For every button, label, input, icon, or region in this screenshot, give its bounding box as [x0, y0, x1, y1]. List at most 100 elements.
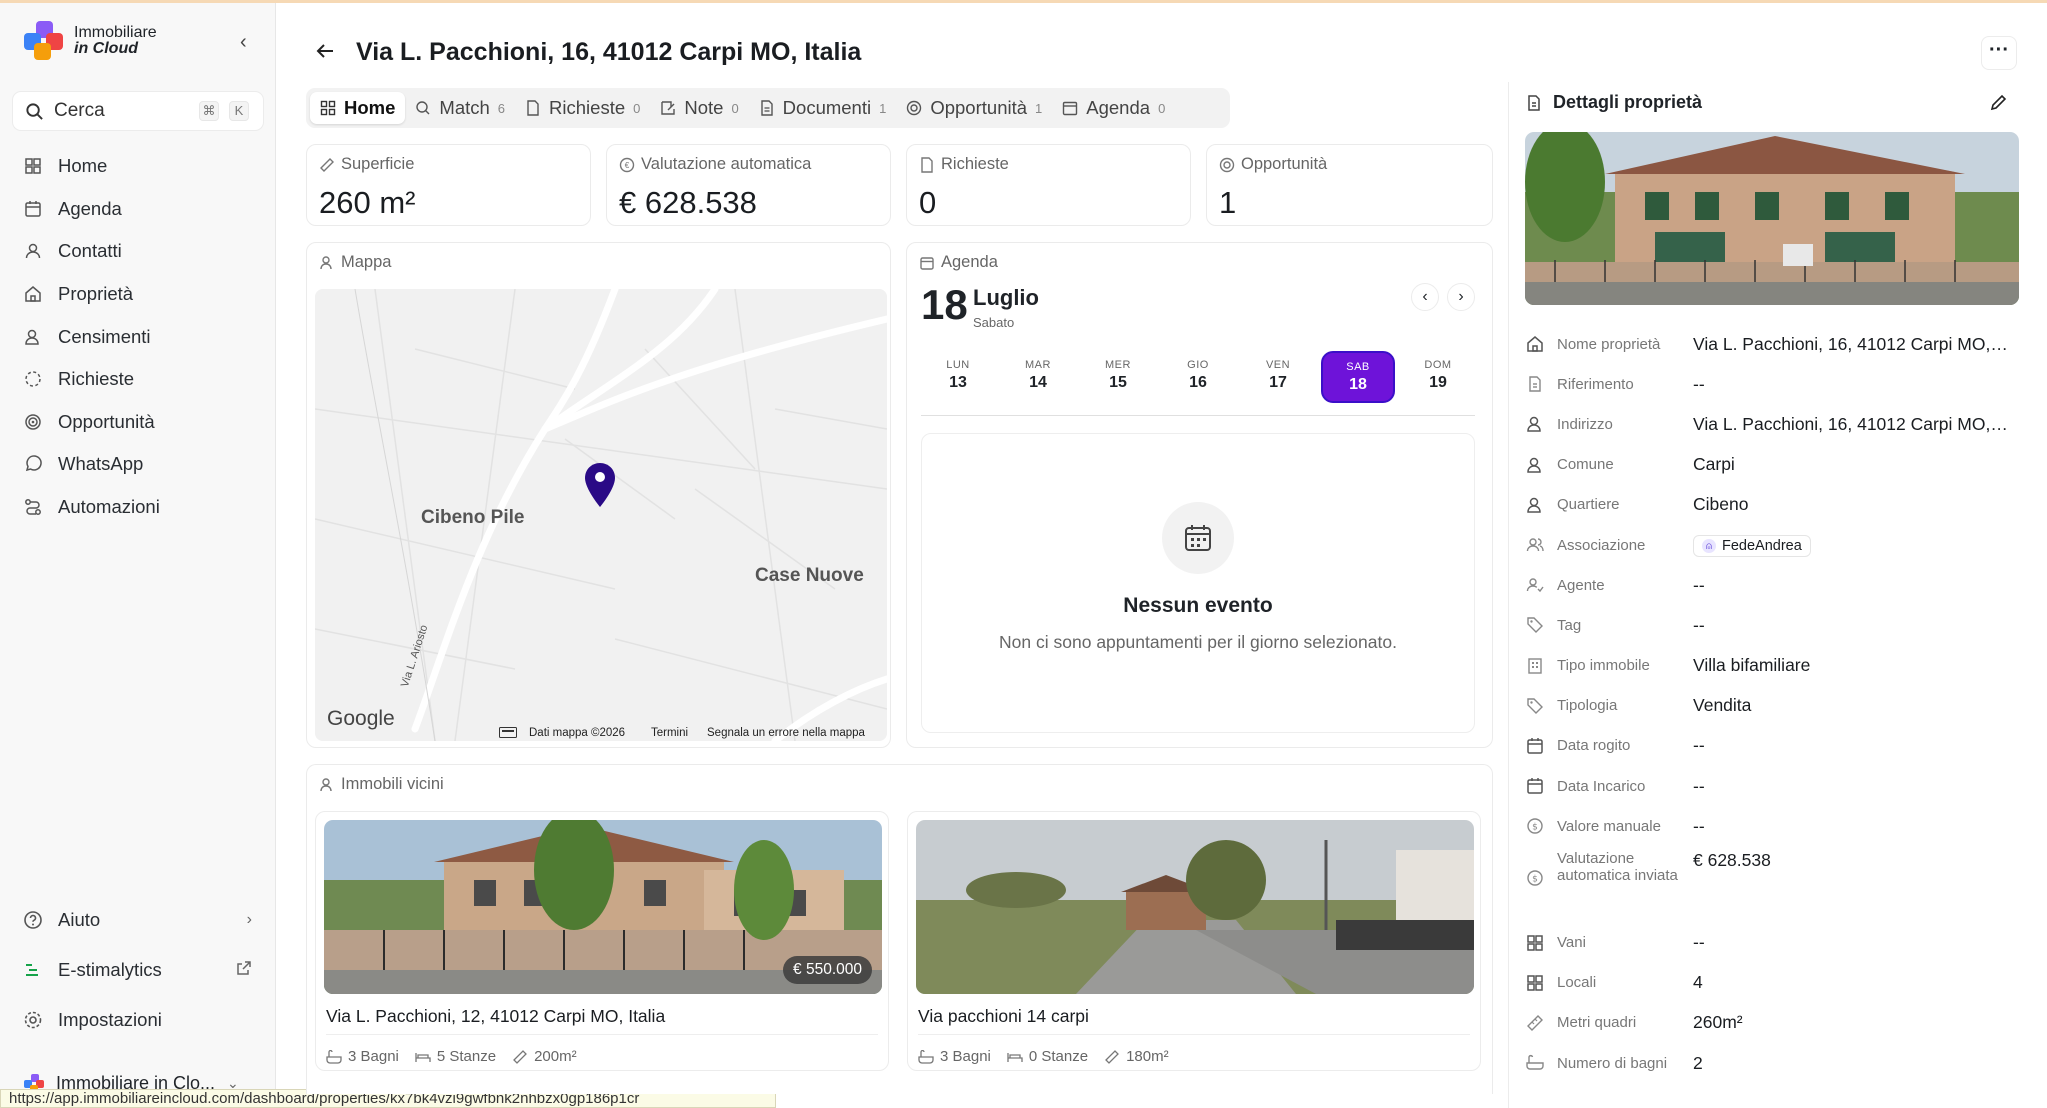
- sidebar-item-agenda[interactable]: Agenda: [12, 188, 264, 231]
- agenda-next-button[interactable]: ›: [1447, 283, 1475, 311]
- detail-label: Indirizzo: [1557, 415, 1613, 433]
- sidebar-item-contatti[interactable]: Contatti: [12, 230, 264, 273]
- day-number: 13: [949, 374, 967, 391]
- agenda-prev-button[interactable]: ‹: [1411, 283, 1439, 311]
- tab-icon: [415, 100, 431, 116]
- sidebar-item-censimenti[interactable]: Censimenti: [12, 315, 264, 358]
- sidebar-item-impostazioni[interactable]: Impostazioni: [12, 995, 264, 1045]
- day-number: 15: [1109, 374, 1127, 391]
- property-photo[interactable]: [1525, 132, 2019, 305]
- tab-match[interactable]: Match 6: [405, 92, 515, 124]
- back-arrow-icon[interactable]: [314, 40, 336, 69]
- detail-value: Vendita: [1693, 695, 1752, 716]
- detail-value: --: [1693, 735, 1705, 756]
- detail-label: Tipo immobile: [1557, 657, 1650, 675]
- dollar-circle-icon: $: [1525, 816, 1545, 836]
- detail-row-agente: Agente --: [1525, 565, 2019, 605]
- tab-opportunita[interactable]: Opportunità 1: [896, 92, 1052, 124]
- agent-chip[interactable]: ⍝ FedeAndrea: [1693, 535, 1811, 558]
- detail-row-associazione: Associazione ⍝ FedeAndrea: [1525, 525, 2019, 565]
- property-tabs: Home Match 6 Richieste 0 Note 0 Documenti 1 Oppor…: [306, 88, 1230, 128]
- map-report-link[interactable]: Segnala un errore nella mappa: [707, 727, 865, 739]
- sidebar-item-whatsapp[interactable]: WhatsApp: [12, 443, 264, 486]
- sidebar-nav: Home Agenda Contatti Proprietà Censimenti Ric…: [12, 145, 264, 528]
- divider: [326, 1034, 878, 1035]
- tab-icon: [1062, 100, 1078, 116]
- detail-value: ⍝ FedeAndrea: [1693, 533, 2011, 558]
- tab-agenda[interactable]: Agenda 0: [1052, 92, 1175, 124]
- agenda-day-lun[interactable]: LUN 13: [921, 351, 995, 403]
- detail-value: --: [1693, 775, 1705, 796]
- edit-pencil-icon[interactable]: [1989, 92, 2009, 118]
- tab-label: Agenda: [1086, 97, 1151, 118]
- detail-value: Cibeno: [1693, 494, 1749, 515]
- sidebar-item-automazioni[interactable]: Automazioni: [12, 486, 264, 529]
- sidebar-item-home[interactable]: Home: [12, 145, 264, 188]
- detail-label: Numero di bagni: [1557, 1054, 1668, 1072]
- sidebar: Immobiliare in Cloud ‹ Cerca ⌘ K Home Age…: [0, 3, 276, 1108]
- tab-count: 0: [1158, 100, 1166, 116]
- svg-text:$: $: [1532, 875, 1538, 885]
- agenda-day-mer[interactable]: MER 15: [1081, 351, 1155, 403]
- detail-row-tag: Tag --: [1525, 605, 2019, 645]
- user-search-icon: [1525, 414, 1545, 434]
- sidebar-item-label: Contatti: [58, 240, 122, 262]
- day-number: 19: [1429, 374, 1447, 391]
- day-name: MER: [1105, 359, 1131, 371]
- svg-text:€: €: [625, 161, 630, 170]
- gear-icon: [22, 1009, 44, 1031]
- tab-home[interactable]: Home: [310, 92, 406, 124]
- app-logo[interactable]: Immobiliare in Cloud: [24, 21, 157, 61]
- empty-state-subtitle: Non ci sono appuntamenti per il giorno s…: [999, 632, 1397, 652]
- sidebar-item-richieste[interactable]: Richieste: [12, 358, 264, 401]
- detail-value: € 628.538: [1693, 850, 1771, 871]
- sidebar-item-proprieta[interactable]: Proprietà: [12, 273, 264, 316]
- collapse-sidebar-icon[interactable]: ‹: [240, 31, 247, 54]
- logo-line1: Immobiliare: [74, 24, 157, 41]
- map-pin-icon[interactable]: [585, 463, 615, 512]
- agenda-day-mar[interactable]: MAR 14: [1001, 351, 1075, 403]
- grid-icon: [1525, 973, 1545, 993]
- agenda-card: Agenda 18 Luglio Sabato ‹ › LUN 13 MAR 14 ME…: [906, 242, 1493, 748]
- nearby-property-card[interactable]: € 550.000 Via L. Pacchioni, 12, 41012 Ca…: [315, 811, 889, 1071]
- tab-documenti[interactable]: Documenti 1: [749, 92, 897, 124]
- day-name: LUN: [946, 359, 970, 371]
- detail-row-metri-quadri: Metri quadri 260m²: [1525, 1003, 2019, 1043]
- cmd-key-hint: ⌘: [199, 101, 219, 121]
- stat-label: Richieste: [941, 155, 1009, 173]
- tab-richieste[interactable]: Richieste 0: [515, 92, 650, 124]
- detail-row-valutazione-automatica-inviata: $ Valutazione automatica inviata € 628.538: [1525, 846, 2019, 922]
- feature-stanze: 0 Stanze: [1028, 1048, 1089, 1065]
- day-number: 16: [1189, 374, 1207, 391]
- sidebar-item-aiuto[interactable]: Aiuto ›: [12, 895, 264, 945]
- search-input[interactable]: Cerca ⌘ K: [12, 91, 264, 131]
- agenda-day-ven[interactable]: VEN 17: [1241, 351, 1315, 403]
- tab-icon: [906, 100, 922, 116]
- grid-icon: [1525, 933, 1545, 953]
- k-key-hint: K: [229, 101, 249, 121]
- map-view[interactable]: Cibeno Pile Case Nuove Via L. Ariosto Go…: [315, 289, 887, 741]
- ruler-icon: [319, 157, 335, 173]
- tab-icon: [525, 100, 541, 116]
- bath-icon: [326, 1049, 342, 1064]
- tab-icon: [759, 100, 775, 116]
- map-terms-link[interactable]: Termini: [651, 727, 688, 739]
- ruler-icon: [1104, 1049, 1120, 1065]
- tab-note[interactable]: Note 0: [650, 92, 748, 124]
- nearby-property-card[interactable]: Via pacchioni 14 carpi 3 Bagni 0 Stanze …: [907, 811, 1481, 1071]
- tab-label: Opportunità: [930, 97, 1028, 118]
- agenda-day-gio[interactable]: GIO 16: [1161, 351, 1235, 403]
- grid-icon: [22, 155, 44, 177]
- feature-mq: 180m²: [1126, 1048, 1169, 1065]
- sidebar-item-label: Aiuto: [58, 909, 101, 930]
- sidebar-item-estimalytics[interactable]: E-stimalytics: [12, 945, 264, 995]
- agenda-day-sab[interactable]: SAB 18: [1321, 351, 1395, 403]
- tab-icon: [320, 100, 336, 116]
- keyboard-icon[interactable]: [499, 725, 517, 741]
- day-name: SAB: [1346, 361, 1370, 373]
- search-label: Cerca: [54, 100, 105, 121]
- agenda-day-dom[interactable]: DOM 19: [1401, 351, 1475, 403]
- more-options-button[interactable]: ···: [1981, 36, 2017, 70]
- agenda-label: Agenda: [941, 253, 998, 271]
- sidebar-item-opportunita[interactable]: Opportunità: [12, 401, 264, 444]
